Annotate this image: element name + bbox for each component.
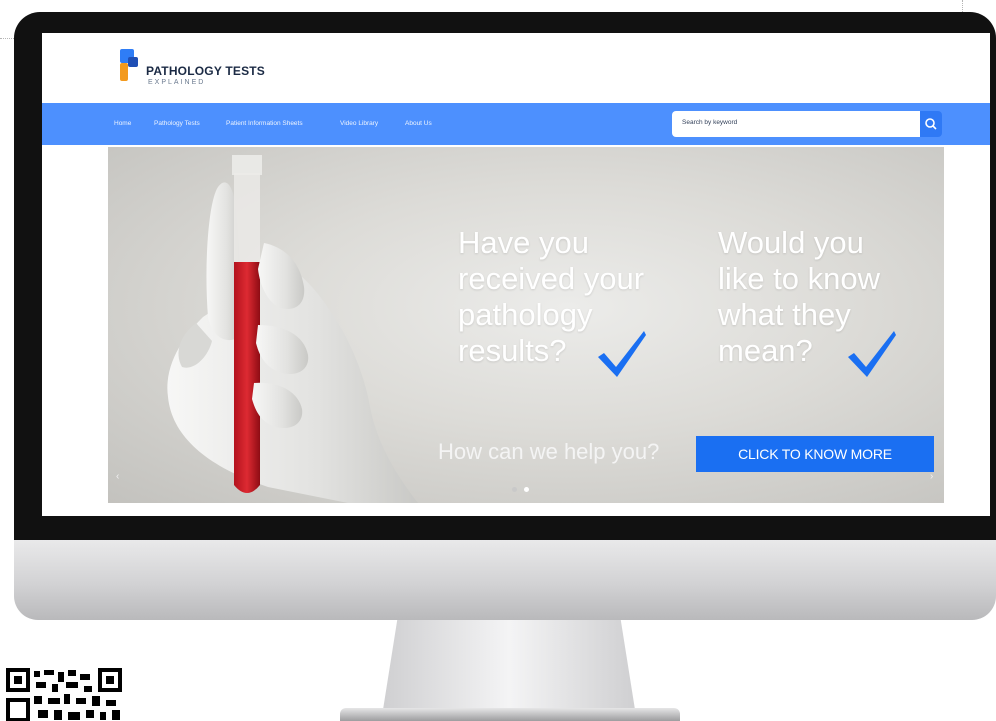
nav-bar: Home Pathology Tests Patient Information… [42, 103, 990, 145]
checkmark-icon [848, 331, 896, 377]
qr-code-icon [6, 668, 122, 721]
hero-help-text: How can we help you? [438, 439, 660, 464]
slider-next-arrow[interactable]: › [930, 471, 933, 482]
search-icon [925, 118, 937, 130]
click-to-know-more-button[interactable]: CLICK TO KNOW MORE [696, 436, 934, 472]
nav-item-video-library[interactable]: Video Library [340, 120, 378, 127]
checkmark-icon [598, 331, 646, 377]
nav-item-pathology-tests[interactable]: Pathology Tests [154, 120, 200, 127]
hero-right-line-4: mean? [718, 333, 813, 368]
monitor-stand-base [340, 708, 680, 721]
hero-right-line-1: Would you [718, 225, 864, 260]
monitor-screen: PATHOLOGY TESTS EXPLAINED Home Pathology… [42, 33, 990, 516]
hero-right-line-2: like to know [718, 261, 880, 296]
monitor-chin [14, 540, 996, 620]
hero-slider: Have you received your pathology results… [108, 147, 944, 503]
search-button[interactable] [920, 111, 942, 137]
slider-dot-2[interactable] [524, 487, 529, 492]
nav-item-patient-information-sheets[interactable]: Patient Information Sheets [226, 120, 303, 127]
nav-item-about-us[interactable]: About Us [405, 120, 432, 127]
site-header: PATHOLOGY TESTS EXPLAINED [42, 33, 990, 103]
hero-left-line-1: Have you [458, 225, 589, 260]
logo-title[interactable]: PATHOLOGY TESTS [146, 64, 265, 78]
hand-with-blood-tube-image [167, 155, 418, 503]
search-input[interactable]: Search by keyword [672, 111, 922, 137]
slider-prev-arrow[interactable]: ‹ [116, 471, 119, 482]
slider-dot-1[interactable] [512, 487, 517, 492]
monitor-stand [382, 620, 636, 716]
hero-right-line-3: what they [718, 297, 851, 332]
logo-subtitle: EXPLAINED [148, 79, 206, 86]
hero-left-line-4: results? [458, 333, 567, 368]
nav-item-home[interactable]: Home [114, 120, 131, 127]
hero-left-line-3: pathology [458, 297, 593, 332]
hero-left-line-2: received your [458, 261, 645, 296]
